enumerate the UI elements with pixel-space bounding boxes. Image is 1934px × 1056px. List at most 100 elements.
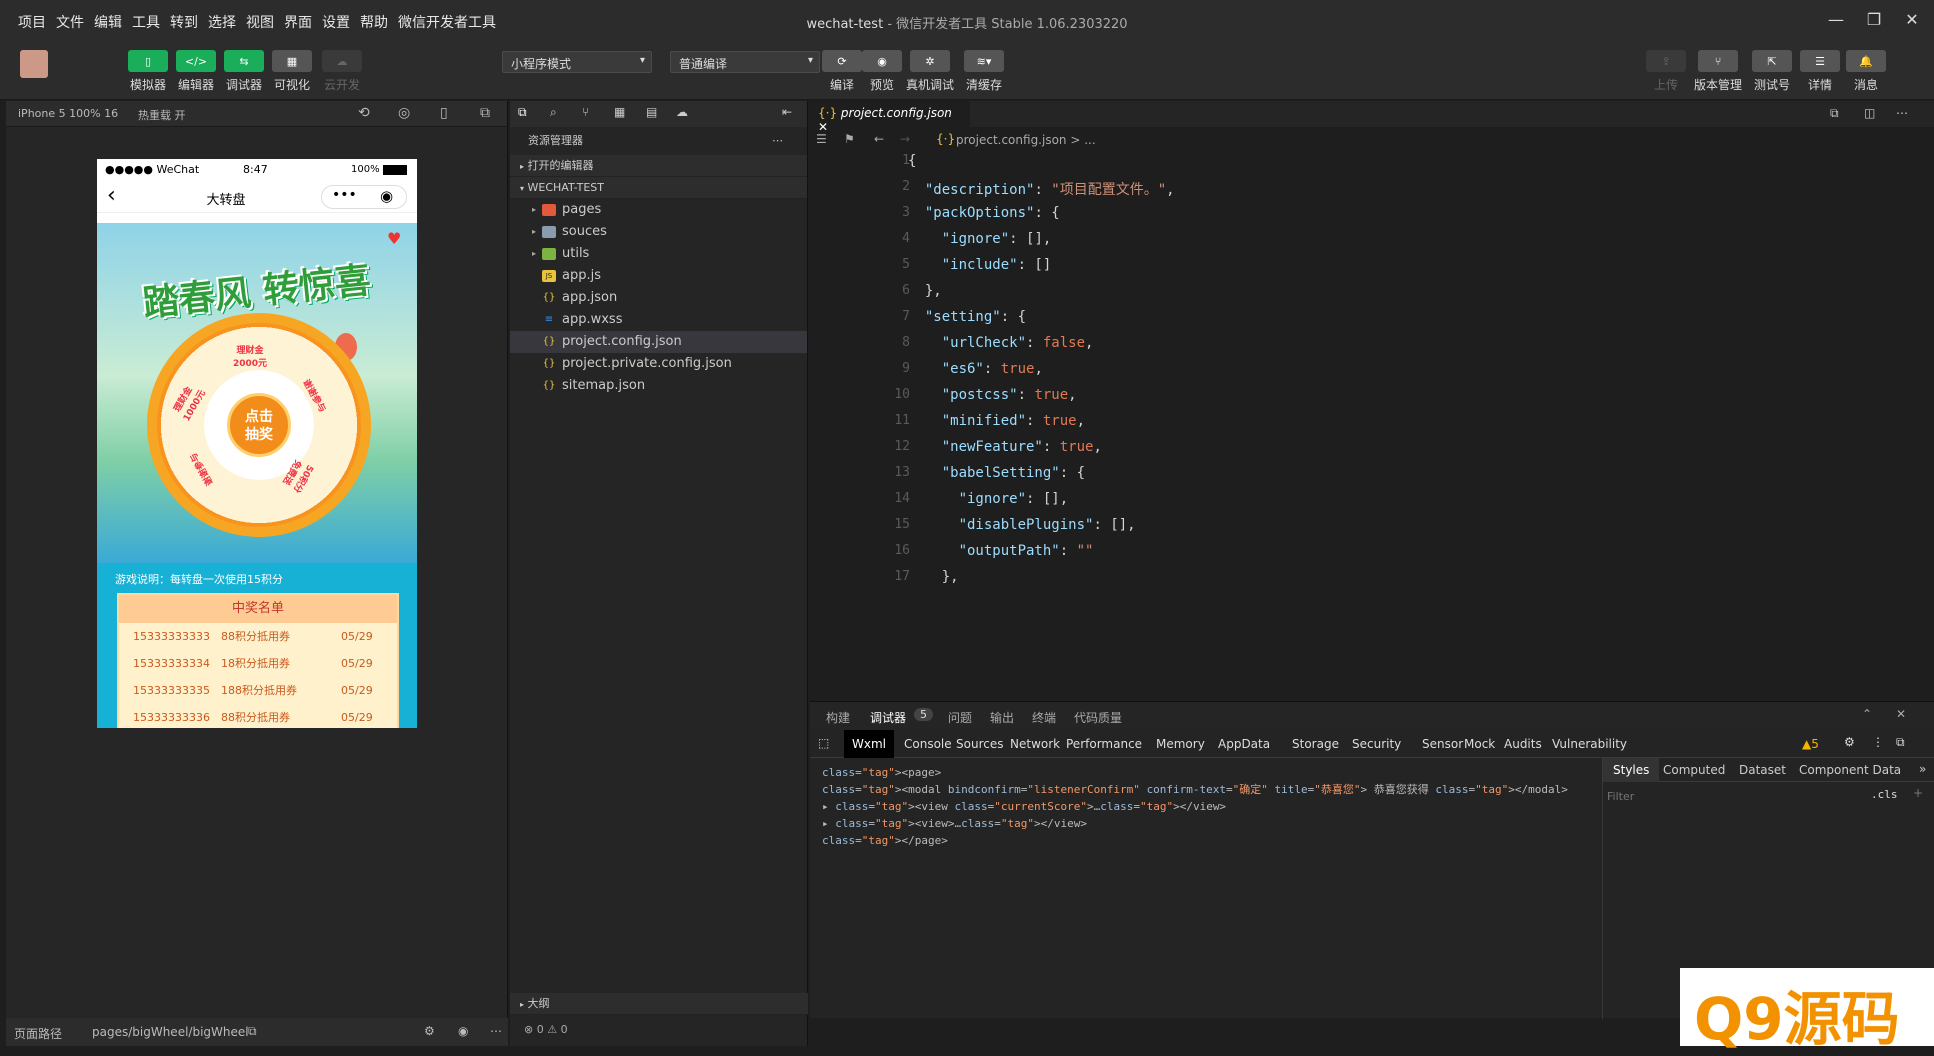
git-icon[interactable]: ⑂: [582, 105, 589, 119]
breadcrumb-path[interactable]: project.config.json > ...: [956, 133, 1096, 147]
tab-vulnerability[interactable]: Vulnerability: [1544, 730, 1635, 758]
file-item[interactable]: {} sitemap.json: [510, 375, 807, 397]
wxml-node[interactable]: class="tag"><modal bindconfirm="listener…: [822, 781, 1568, 798]
file-item[interactable]: {} app.json: [510, 287, 807, 309]
wxml-node[interactable]: class="tag"></page>: [822, 832, 1568, 849]
double-chevron-icon[interactable]: »: [1919, 762, 1926, 776]
open-editors-section[interactable]: ▸ 打开的编辑器: [510, 155, 807, 177]
warning-count[interactable]: ▲5: [1802, 737, 1819, 751]
tab-code-quality[interactable]: 代码质量: [1074, 709, 1122, 726]
folder-item[interactable]: ▸ utils: [510, 243, 807, 265]
visual-button[interactable]: ▦ 可视化: [272, 50, 312, 93]
messages-button[interactable]: 🔔 消息: [1846, 50, 1886, 93]
tab-security[interactable]: Security: [1344, 730, 1409, 758]
close-icon[interactable]: ✕: [1898, 10, 1926, 34]
tab-problems[interactable]: 问题: [948, 709, 972, 726]
chevron-right-icon[interactable]: ▸: [532, 199, 536, 221]
compile-select[interactable]: 普通编译: [670, 51, 820, 73]
tab-computed[interactable]: Computed: [1663, 763, 1725, 777]
split-icon[interactable]: ◫: [1864, 106, 1875, 120]
details-button[interactable]: ☰ 详情: [1800, 50, 1840, 93]
forward-icon[interactable]: →: [900, 132, 910, 146]
file-item[interactable]: ≡ app.wxss: [510, 309, 807, 331]
more-vertical-icon[interactable]: ⋮: [1872, 735, 1884, 749]
collapse-icon[interactable]: ⇤: [782, 105, 792, 119]
more-icon[interactable]: •••: [332, 187, 357, 203]
wxml-tree[interactable]: class="tag"><page> class="tag"><modal bi…: [822, 764, 1568, 849]
avatar[interactable]: [20, 50, 48, 78]
capsule-button[interactable]: ••• ◉: [321, 185, 407, 209]
tab-appdata[interactable]: AppData: [1210, 730, 1278, 758]
testaccount-button[interactable]: ⇱ 测试号: [1752, 50, 1792, 93]
file-item[interactable]: JS app.js: [510, 265, 807, 287]
more-icon[interactable]: ⋯: [1896, 106, 1908, 120]
add-icon[interactable]: +: [1913, 786, 1923, 800]
mode-select[interactable]: 小程序模式: [502, 51, 652, 73]
folder-item[interactable]: ▸ souces: [510, 221, 807, 243]
detach-icon[interactable]: ⧉: [480, 105, 490, 121]
extensions-icon[interactable]: ▦: [614, 105, 625, 119]
realdebug-button[interactable]: ✲ 真机调试: [906, 50, 954, 93]
file-item[interactable]: {} project.private.config.json: [510, 353, 807, 375]
device-select[interactable]: iPhone 5 100% 16: [18, 107, 118, 120]
preview-button[interactable]: ◉ 预览: [862, 50, 902, 93]
simulator-button[interactable]: ▯ 模拟器: [128, 50, 168, 93]
dock-icon[interactable]: ⧉: [1896, 735, 1905, 750]
tab-audits[interactable]: Audits: [1496, 730, 1550, 758]
tab-output[interactable]: 输出: [990, 709, 1014, 726]
outline-section[interactable]: ▸ 大纲: [510, 993, 808, 1015]
tab-project-config[interactable]: {·} project.config.json ✕: [810, 101, 970, 134]
files-icon[interactable]: ⧉: [518, 105, 527, 120]
cloud-icon[interactable]: ☁: [676, 105, 688, 119]
tab-terminal[interactable]: 终端: [1032, 709, 1056, 726]
draw-button[interactable]: 点击 抽奖: [227, 393, 291, 457]
search-icon[interactable]: ⌕: [550, 105, 557, 120]
clearcache-button[interactable]: ≋▾ 清缓存: [964, 50, 1004, 93]
inspect-icon[interactable]: ⬚: [818, 736, 829, 750]
chevron-right-icon[interactable]: ▸: [532, 221, 536, 243]
editor-button[interactable]: </> 编辑器: [176, 50, 216, 93]
maximize-icon[interactable]: ❐: [1860, 10, 1888, 34]
wxml-node[interactable]: ▸ class="tag"><view>…class="tag"></view>: [822, 815, 1568, 832]
list-icon[interactable]: ☰: [816, 132, 827, 146]
tab-debugger[interactable]: 调试器: [870, 709, 906, 726]
tab-memory[interactable]: Memory: [1148, 730, 1213, 758]
folder-item[interactable]: ▸ pages: [510, 199, 807, 221]
tab-dataset[interactable]: Dataset: [1739, 763, 1786, 777]
bookmark-icon[interactable]: ⚑: [844, 132, 855, 146]
chevron-up-icon[interactable]: ⌃: [1862, 707, 1872, 721]
compile-button[interactable]: ⟳ 编译: [822, 50, 862, 93]
page-path-label[interactable]: 页面路径: [14, 1025, 62, 1042]
prize-wheel[interactable]: 理财金 2000元 谢谢参与 50积分 免费送 谢谢参与 理财金 1000元 点击 抽奖: [147, 313, 371, 537]
filter-input[interactable]: [1607, 786, 1857, 806]
mobile-icon[interactable]: ▯: [440, 105, 448, 121]
record-icon[interactable]: ◎: [398, 105, 410, 121]
tab-wxml[interactable]: Wxml: [844, 730, 894, 758]
close-capsule-icon[interactable]: ◉: [380, 187, 393, 205]
upload-button[interactable]: ⇪ 上传: [1646, 50, 1686, 93]
minimize-icon[interactable]: —: [1822, 10, 1850, 34]
more-icon[interactable]: ⋯: [772, 127, 783, 155]
chevron-right-icon[interactable]: ▸: [532, 243, 536, 265]
tab-styles[interactable]: Styles: [1603, 758, 1660, 782]
wxml-node[interactable]: ▸ class="tag"><view class="currentScore"…: [822, 798, 1568, 815]
open-file-icon[interactable]: ⧉: [1830, 106, 1839, 121]
hotreload-toggle[interactable]: 热重载 开: [138, 107, 186, 123]
storage-icon[interactable]: ▤: [646, 105, 657, 119]
project-section[interactable]: ▾ WECHAT-TEST: [510, 177, 807, 199]
rotate-icon[interactable]: ⟲: [358, 105, 370, 121]
eye-icon[interactable]: ◉: [458, 1024, 468, 1038]
debugger-button[interactable]: ⇆ 调试器: [224, 50, 264, 93]
settings-icon[interactable]: ⚙: [424, 1024, 435, 1038]
cls-toggle[interactable]: .cls: [1871, 788, 1898, 801]
tab-component-data[interactable]: Component Data: [1799, 763, 1901, 777]
close-icon[interactable]: ✕: [1896, 707, 1906, 721]
back-icon[interactable]: ←: [874, 132, 884, 146]
code-area[interactable]: 1{2 "description": "项目配置文件。", 3 "packOpti…: [810, 153, 1934, 701]
gear-icon[interactable]: ⚙: [1844, 735, 1855, 749]
copy-icon[interactable]: ⧉: [248, 1024, 257, 1039]
tab-storage[interactable]: Storage: [1284, 730, 1347, 758]
version-button[interactable]: ⑂ 版本管理: [1694, 50, 1742, 93]
tab-build[interactable]: 构建: [826, 709, 850, 726]
file-item[interactable]: {} project.config.json: [510, 331, 807, 353]
